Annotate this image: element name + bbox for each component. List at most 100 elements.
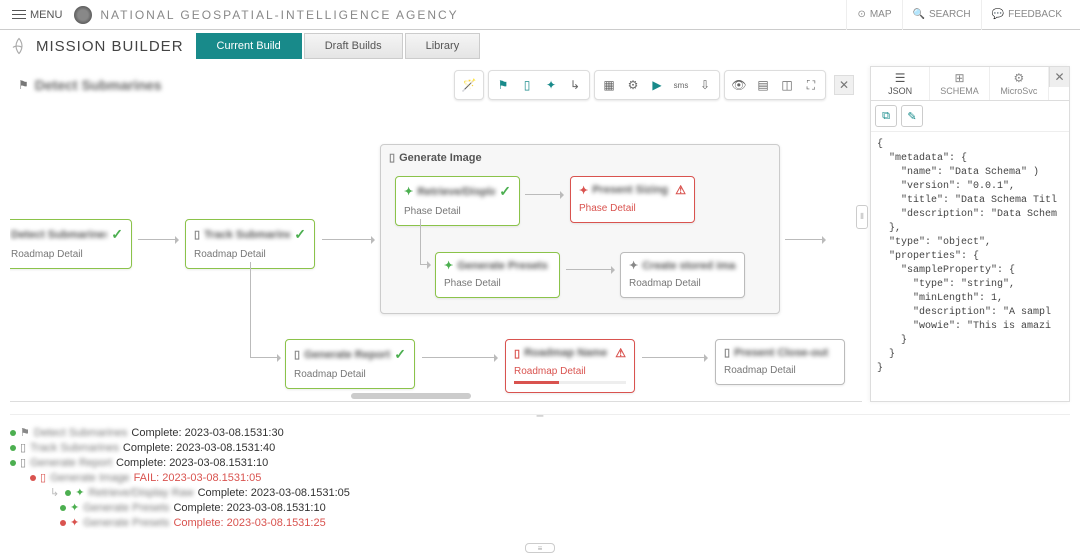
side-tab-json[interactable]: ☰JSON [871,67,930,100]
layout-icon[interactable]: ▤ [751,73,775,97]
close-canvas-icon[interactable]: ✕ [834,75,854,95]
download-icon[interactable]: ⇩ [693,73,717,97]
canvas[interactable]: ▯Generate Image Detect Submarines✓ Roadm… [10,104,862,402]
rocket-icon [10,37,36,55]
add-map-icon[interactable]: ▯ [515,73,539,97]
log-panel[interactable]: ⚑Detect SubmarinesComplete: 2023-03-08.1… [10,414,1070,530]
node-present-closeout[interactable]: ▯Present Close-out Roadmap Detail [715,339,845,385]
play-icon[interactable]: ▶ [645,73,669,97]
log-name: Generate Report [30,457,112,469]
redo-icon[interactable]: ↳ [563,73,587,97]
hook-icon: ↳ [50,486,59,499]
node-present-sizing[interactable]: ✦Present Sizing UI⚠ Phase Detail [570,176,695,223]
log-name: Track Submarines [30,442,119,454]
side-tab-microsvc[interactable]: ⚙MicroSvc [990,67,1049,100]
status-dot [10,445,16,451]
flag-icon: ⚑ [18,78,29,92]
search-icon: 🔍 [913,9,925,20]
log-line[interactable]: ↳✦Retrieve/Display RawComplete: 2023-03-… [10,485,1070,500]
chat-icon: 💬 [992,9,1004,20]
side-panel: ☰JSON ⊞SCHEMA ⚙MicroSvc ✕ ⧉ ✎ { "metadat… [870,66,1070,402]
log-line[interactable]: ✦Generate PresetsComplete: 2023-03-08.15… [10,500,1070,515]
canvas-header: ⚑ Detect Submarines 🪄 ⚑ ▯ ✦ ↳ ▦ ⚙ ▶ [10,66,862,104]
status-dot [60,505,66,511]
search-button[interactable]: 🔍 SEARCH [902,0,981,30]
log-line[interactable]: ▯Generate ImageFAIL: 2023-03-08.1531:05 [10,470,1070,485]
log-status: Complete: 2023-03-08.1531:10 [116,457,268,469]
gear-icon[interactable]: ⚙ [621,73,645,97]
sms-icon[interactable]: sms [669,73,693,97]
puzzle-icon: ✦ [579,184,588,197]
grid-icon[interactable]: ▦ [597,73,621,97]
map-button[interactable]: ⊙ MAP [846,0,901,30]
log-name: Generate Presets [83,502,169,514]
menu-button[interactable]: MENU [8,5,66,25]
puzzle-icon: ✦ [444,259,453,272]
puzzle-icon: ✦ [70,516,79,529]
map-icon: ▯ [514,347,520,360]
page-title: MISSION BUILDER [36,38,184,55]
node-create-stored[interactable]: ✦Create stored images Roadmap Detail [620,252,745,298]
log-name: Generate Image [50,472,130,484]
topbar: MENU NATIONAL GEOSPATIAL-INTELLIGENCE AG… [0,0,1080,30]
scrollbar-horizontal[interactable] [351,393,471,399]
map-icon: ▯ [194,228,200,241]
puzzle-icon: ✦ [629,259,638,272]
status-dot [10,460,16,466]
status-dot [60,520,66,526]
close-side-icon[interactable]: ✕ [1049,67,1069,87]
map-icon: ▯ [294,348,300,361]
node-generate-report[interactable]: ▯Generate Report✓ Roadmap Detail [285,339,415,389]
log-name: Detect Submarines [34,427,128,439]
edit-icon[interactable]: ✎ [901,105,923,127]
tab-draft-builds[interactable]: Draft Builds [304,33,403,59]
status-dot [10,430,16,436]
status-dot [65,490,71,496]
tab-library[interactable]: Library [405,33,481,59]
eye-icon[interactable]: 👁 [727,73,751,97]
warning-icon: ⚠ [675,183,686,197]
feedback-button[interactable]: 💬 FEEDBACK [981,0,1072,30]
log-status: Complete: 2023-03-08.1531:30 [131,427,283,439]
node-roadmap-name[interactable]: ▯Roadmap Name⚠ Roadmap Detail [505,339,635,393]
split-icon[interactable]: ◫ [775,73,799,97]
wand-icon[interactable]: 🪄 [457,73,481,97]
flag-icon: ⚑ [20,426,30,439]
canvas-title: Detect Submarines [35,77,162,93]
pin-icon: ⊙ [857,9,865,20]
log-status: Complete: 2023-03-08.1531:10 [173,502,325,514]
puzzle-icon: ✦ [404,185,413,198]
side-tab-schema[interactable]: ⊞SCHEMA [930,67,989,100]
side-resize-handle[interactable]: ⦀ [856,205,868,229]
log-name: Generate Presets [83,517,169,529]
hamburger-icon [12,10,26,20]
map-icon: ▯ [389,151,395,164]
log-status: Complete: 2023-03-08.1531:05 [198,487,350,499]
node-generate-presets[interactable]: ✦Generate Presets Phase Detail [435,252,560,298]
node-retrieve-display[interactable]: ✦Retrieve/Display Raw✓ Phase Detail [395,176,520,226]
copy-icon[interactable]: ⧉ [875,105,897,127]
schema-icon: ⊞ [930,71,988,85]
log-status: FAIL: 2023-03-08.1531:05 [134,472,262,484]
log-status: Complete: 2023-03-08.1531:40 [123,442,275,454]
node-detect-submarines[interactable]: Detect Submarines✓ Roadmap Detail [10,219,132,269]
add-puzzle-icon[interactable]: ✦ [539,73,563,97]
menu-label: MENU [30,9,62,21]
log-line[interactable]: ▯ Generate Report Complete: 2023-03-08.153… [10,455,1070,470]
log-line[interactable]: ▯Track SubmarinesComplete: 2023-03-08.15… [10,440,1070,455]
check-icon: ✓ [499,183,511,200]
log-line[interactable]: ⚑ Detect SubmarinesComplete: 2023-03-08.1… [10,425,1070,440]
json-content[interactable]: { "metadata": { "name": "Data Schema" ) … [871,132,1069,401]
tab-current-build[interactable]: Current Build [196,33,302,59]
microsvc-icon: ⚙ [990,71,1048,85]
warning-icon: ⚠ [615,346,626,360]
status-dot [30,475,36,481]
titlebar: MISSION BUILDER Current Build Draft Buil… [0,30,1080,62]
add-flag-icon[interactable]: ⚑ [491,73,515,97]
puzzle-icon: ✦ [75,486,84,499]
log-line[interactable]: ✦Generate PresetsComplete: 2023-03-08.15… [10,515,1070,530]
fullscreen-icon[interactable]: ⛶ [799,73,823,97]
resize-handle[interactable]: ≡ [525,543,555,553]
map-icon: ▯ [20,456,26,469]
map-icon: ▯ [724,346,730,359]
